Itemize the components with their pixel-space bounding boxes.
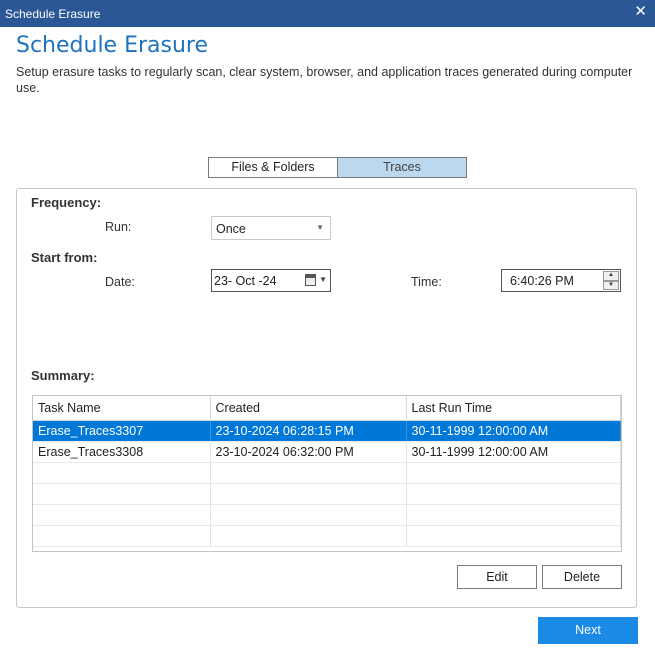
summary-table: Task Name Created Last Run Time Erase_Tr… bbox=[32, 395, 622, 552]
time-label: Time: bbox=[411, 275, 442, 289]
date-picker[interactable]: 23- Oct -24 ▼ bbox=[211, 269, 331, 292]
close-icon[interactable]: ✕ bbox=[634, 4, 647, 20]
tab-bar: Files & Folders Traces bbox=[208, 157, 467, 178]
chevron-down-icon[interactable]: ▼ bbox=[319, 275, 327, 284]
date-label: Date: bbox=[105, 275, 135, 289]
page-title: Schedule Erasure bbox=[16, 33, 209, 58]
empty-row bbox=[33, 483, 621, 505]
table-row[interactable]: Erase_Traces3307 23-10-2024 06:28:15 PM … bbox=[33, 420, 621, 442]
page-description: Setup erasure tasks to regularly scan, c… bbox=[16, 65, 633, 95]
task-name-cell: Erase_Traces3308 bbox=[33, 441, 211, 463]
tab-traces[interactable]: Traces bbox=[338, 158, 466, 177]
created-cell: 23-10-2024 06:32:00 PM bbox=[210, 441, 407, 463]
date-value: 23- Oct -24 bbox=[214, 274, 277, 288]
empty-row bbox=[33, 504, 621, 526]
chevron-down-icon: ▼ bbox=[316, 223, 324, 232]
spin-down-icon[interactable]: ▼ bbox=[603, 280, 619, 290]
run-dropdown[interactable]: Once ▼ bbox=[211, 216, 331, 240]
title-bar: Schedule Erasure ✕ bbox=[0, 0, 655, 27]
run-label: Run: bbox=[105, 220, 132, 234]
spin-up-icon[interactable]: ▲ bbox=[603, 271, 619, 281]
empty-row bbox=[33, 525, 621, 547]
column-header-task-name[interactable]: Task Name bbox=[33, 396, 211, 421]
column-header-last-run-time[interactable]: Last Run Time bbox=[406, 396, 621, 421]
task-name-cell: Erase_Traces3307 bbox=[33, 420, 211, 442]
time-value: 6:40:26 PM bbox=[510, 274, 574, 288]
frequency-label: Frequency: bbox=[31, 195, 102, 210]
summary-label: Summary: bbox=[31, 368, 95, 383]
window-title: Schedule Erasure bbox=[5, 7, 101, 21]
table-row[interactable]: Erase_Traces3308 23-10-2024 06:32:00 PM … bbox=[33, 441, 621, 463]
next-button[interactable]: Next bbox=[538, 617, 638, 644]
tab-files-folders[interactable]: Files & Folders bbox=[209, 158, 338, 177]
last-run-cell: 30-11-1999 12:00:00 AM bbox=[406, 441, 621, 463]
calendar-icon[interactable] bbox=[305, 274, 316, 286]
time-picker[interactable]: 6:40:26 PM ▲ ▼ bbox=[501, 269, 621, 292]
column-header-created[interactable]: Created bbox=[210, 396, 407, 421]
edit-button[interactable]: Edit bbox=[457, 565, 537, 589]
empty-row bbox=[33, 462, 621, 484]
table-header-row: Task Name Created Last Run Time bbox=[33, 396, 621, 421]
last-run-cell: 30-11-1999 12:00:00 AM bbox=[406, 420, 621, 442]
run-dropdown-value: Once bbox=[216, 222, 246, 236]
created-cell: 23-10-2024 06:28:15 PM bbox=[210, 420, 407, 442]
time-spinner[interactable]: ▲ ▼ bbox=[603, 271, 619, 290]
start-from-label: Start from: bbox=[31, 250, 98, 265]
delete-button[interactable]: Delete bbox=[542, 565, 622, 589]
